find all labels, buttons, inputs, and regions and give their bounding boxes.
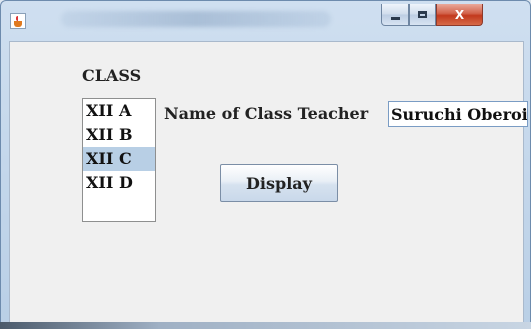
teacher-name-field[interactable] <box>388 101 528 127</box>
java-cup-icon[interactable] <box>10 13 26 29</box>
window-bottom-edge <box>0 322 531 329</box>
class-label: CLASS <box>82 66 142 85</box>
display-button[interactable]: Display <box>220 164 338 202</box>
close-icon: X <box>454 7 465 22</box>
content-pane: CLASS XII A XII B XII C XII D Name of Cl… <box>9 41 528 325</box>
list-item-xii-a[interactable]: XII A <box>83 99 155 123</box>
list-item-xii-b[interactable]: XII B <box>83 123 155 147</box>
list-item-xii-c[interactable]: XII C <box>83 147 155 171</box>
list-item-xii-d[interactable]: XII D <box>83 171 155 195</box>
minimize-button[interactable] <box>381 4 409 26</box>
window-title <box>61 11 331 27</box>
close-button[interactable]: X <box>436 4 483 26</box>
maximize-button[interactable] <box>409 4 436 26</box>
application-window: X CLASS XII A XII B XII C XII D Name of … <box>0 0 531 329</box>
title-bar[interactable]: X <box>1 1 530 41</box>
maximize-icon <box>418 11 427 18</box>
teacher-label: Name of Class Teacher <box>164 104 369 123</box>
class-list[interactable]: XII A XII B XII C XII D <box>82 98 156 222</box>
minimize-icon <box>390 16 400 20</box>
